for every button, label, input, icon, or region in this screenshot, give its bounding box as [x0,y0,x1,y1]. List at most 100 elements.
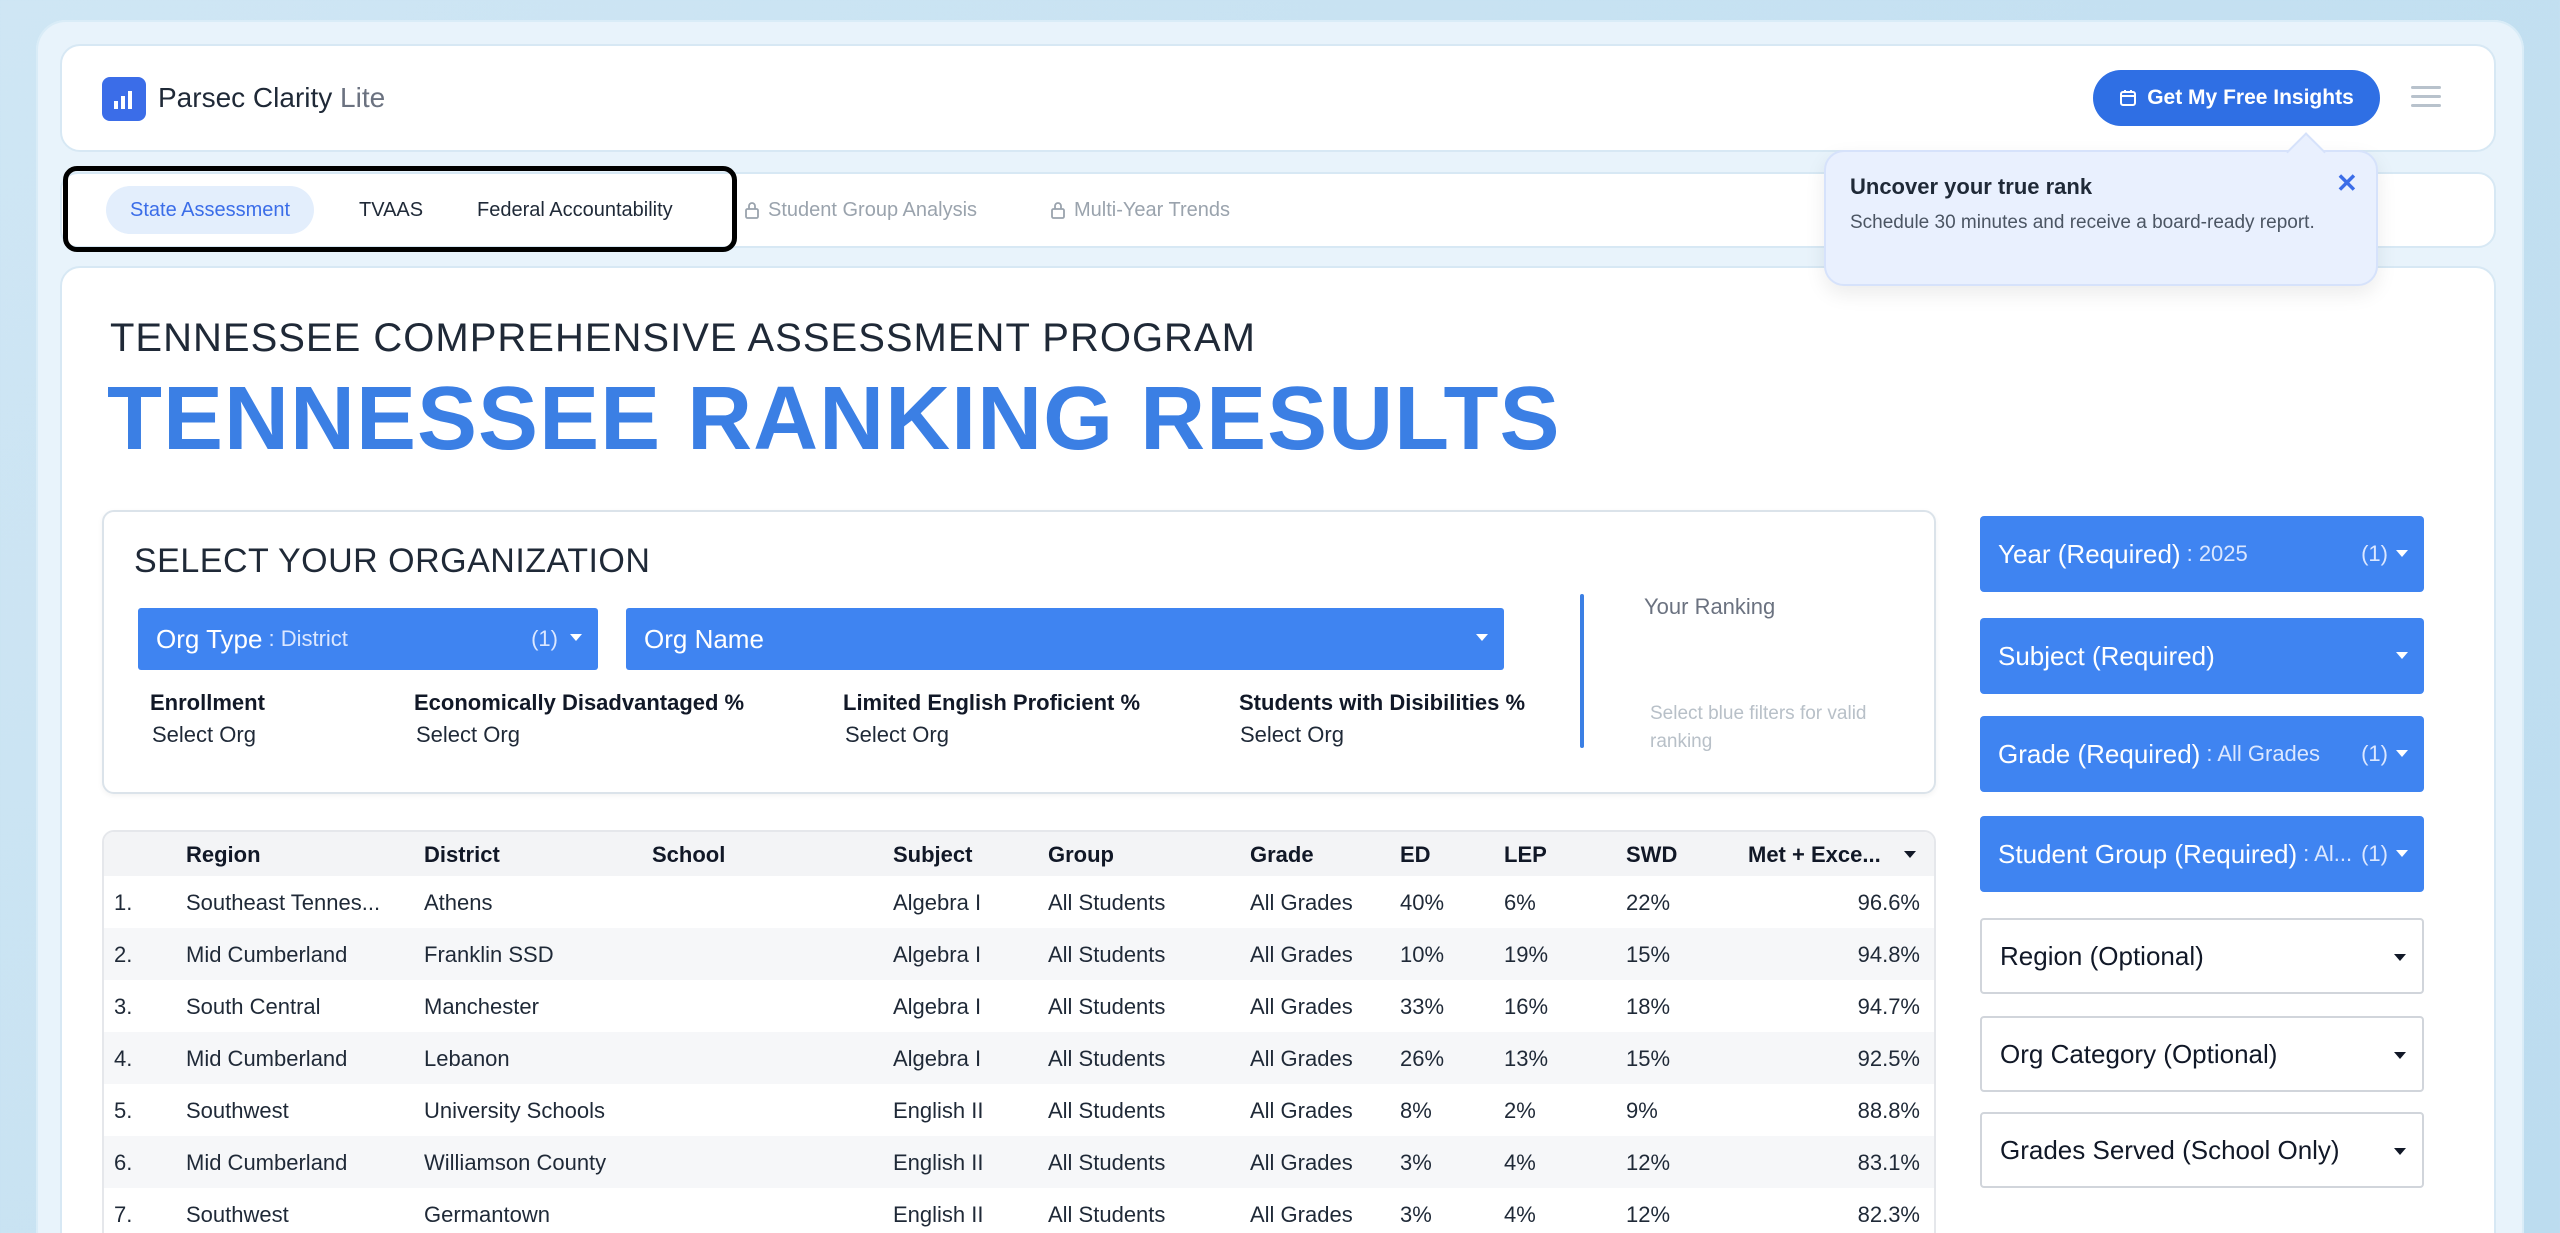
chevron-down-icon [2394,1052,2406,1059]
cell-district: Franklin SSD [424,942,554,967]
col-grade[interactable]: Grade [1250,842,1314,868]
close-icon[interactable]: ✕ [2336,168,2358,199]
col-swd[interactable]: SWD [1626,842,1677,868]
cell-num: 4. [114,1046,133,1071]
col-subject[interactable]: Subject [893,842,972,868]
filter-subject-required[interactable]: Subject (Required) [1980,618,2424,694]
cell-num: 2. [114,942,133,967]
filter-label: Year (Required) [1998,538,2181,569]
table-row[interactable]: 2. Mid Cumberland Franklin SSD Algebra I All… [104,928,1934,980]
cell-lep: 6% [1504,890,1536,915]
chevron-down-icon [2396,750,2408,757]
calendar-icon [2120,90,2137,106]
tooltip-title: Uncover your true rank [1850,174,2093,199]
stat-enrollment-label: Enrollment [150,690,265,715]
hamburger-menu-icon[interactable] [2411,86,2441,110]
cell-subject: English II [893,1150,984,1175]
filter-org-category-optional[interactable]: Org Category (Optional) [1980,1016,2424,1092]
org-type-label: Org Type [156,623,263,654]
filter-grade-required[interactable]: Grade (Required): All Grades (1) [1980,716,2424,792]
filter-label: Grades Served (School Only) [2000,1134,2340,1165]
cell-lep: 19% [1504,942,1549,967]
col-ed[interactable]: ED [1400,842,1431,868]
org-name-select[interactable]: Org Name [626,608,1504,670]
cell-ed: 40% [1400,890,1445,915]
sort-desc-icon[interactable] [1904,851,1916,858]
cell-num: 1. [114,890,133,915]
tab-multi-year-trends[interactable]: Multi-Year Trends [1050,186,1230,234]
table-row[interactable]: 1. Southeast Tennes... Athens Algebra I All … [104,876,1934,928]
col-group[interactable]: Group [1048,842,1114,868]
filter-value: : All Grades [2206,741,2321,766]
filter-value: : 2025 [2186,541,2248,566]
table-row[interactable]: 3. South Central Manchester Algebra I All St… [104,980,1934,1032]
filter-label: Student Group (Required) [1998,838,2298,869]
tab-student-group-analysis[interactable]: Student Group Analysis [744,186,977,234]
cell-grade: All Grades [1250,1202,1353,1227]
cell-met: 83.1% [1857,1150,1920,1175]
cell-district: Lebanon [424,1046,510,1071]
tab-label: Student Group Analysis [768,198,978,221]
cell-ed: 3% [1400,1202,1432,1227]
chevron-down-icon [2396,550,2408,557]
cell-subject: Algebra I [893,942,982,967]
cell-ed: 3% [1400,1150,1432,1175]
cell-group: All Students [1048,1046,1166,1071]
app-name: Parsec Clarity [158,82,333,113]
table-header: Region District School Subject Group Gra… [104,832,1934,876]
filter-student-group-required[interactable]: Student Group (Required): Al... (1) [1980,816,2424,892]
cell-ed: 8% [1400,1098,1432,1123]
cell-grade: All Grades [1250,1098,1353,1123]
table-row[interactable]: 4. Mid Cumberland Lebanon Algebra I All Stud… [104,1032,1934,1084]
rank-tooltip: Uncover your true rank Schedule 30 minut… [1824,150,2378,286]
cell-group: All Students [1048,994,1166,1019]
cell-district: Athens [424,890,493,915]
cell-num: 7. [114,1202,133,1227]
cell-num: 5. [114,1098,133,1123]
cell-region: Mid Cumberland [186,1046,348,1071]
cell-lep: 2% [1504,1098,1536,1123]
filter-label: Region (Optional) [2000,940,2204,971]
page-title: TENNESSEE RANKING RESULTS [107,369,1561,469]
filter-grades-served-school-only[interactable]: Grades Served (School Only) [1980,1112,2424,1188]
org-type-select[interactable]: Org Type : District (1) [138,608,598,670]
col-region[interactable]: Region [186,842,261,868]
cell-group: All Students [1048,1202,1166,1227]
cell-met: 88.8% [1857,1098,1920,1123]
col-school[interactable]: School [652,842,725,868]
org-name-label: Org Name [644,623,764,654]
cell-region: Southeast Tennes... [186,890,381,915]
filter-count: (1) [2361,741,2388,766]
cell-region: South Central [186,994,321,1019]
cell-met: 94.8% [1857,942,1920,967]
cell-ed: 10% [1400,942,1445,967]
cell-subject: English II [893,1098,984,1123]
cell-lep: 4% [1504,1150,1536,1175]
col-district[interactable]: District [424,842,500,868]
cell-group: All Students [1048,1098,1166,1123]
table-row[interactable]: 6. Mid Cumberland Williamson County English… [104,1136,1934,1188]
cell-num: 3. [114,994,133,1019]
table-row[interactable]: 7. Southwest Germantown English II All Stude… [104,1188,1934,1233]
cell-ed: 26% [1400,1046,1445,1071]
filter-region-optional[interactable]: Region (Optional) [1980,918,2424,994]
cell-grade: All Grades [1250,1046,1353,1071]
col-lep[interactable]: LEP [1504,842,1547,868]
org-type-value: : District [268,626,348,651]
col-met-exceeded[interactable]: Met + Exce... [1748,842,1881,868]
stat-econ-label: Economically Disadvantaged % [414,690,745,715]
cell-district: Manchester [424,994,539,1019]
get-insights-button[interactable]: Get My Free Insights [2093,70,2380,126]
page-subtitle: TENNESSEE COMPREHENSIVE ASSESSMENT PROGR… [110,316,1256,360]
cell-grade: All Grades [1250,1150,1353,1175]
cell-lep: 13% [1504,1046,1549,1071]
chevron-down-icon [2396,850,2408,857]
filter-label: Subject (Required) [1998,640,2215,671]
filter-year-required[interactable]: Year (Required): 2025 (1) [1980,516,2424,592]
cell-met: 92.5% [1857,1046,1920,1071]
cell-lep: 16% [1504,994,1549,1019]
table-row[interactable]: 5. Southwest University Schools English II A… [104,1084,1934,1136]
cell-lep: 4% [1504,1202,1536,1227]
stat-lep-value: Select Org [845,722,949,747]
chevron-down-icon [2394,954,2406,961]
